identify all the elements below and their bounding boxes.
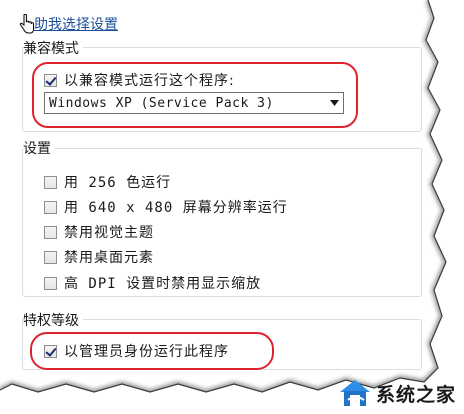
run-as-admin-checkbox-row[interactable]: 以管理员身份运行此程序 [44, 341, 229, 361]
settings-label-disable-themes: 禁用视觉主题 [64, 225, 154, 241]
watermark-text: 系统之家 [375, 383, 456, 406]
run-as-admin-checkbox[interactable] [44, 344, 57, 358]
settings-item-disable-desktop[interactable]: 禁用桌面元素 [44, 247, 154, 267]
compat-os-select[interactable]: Windows XP (Service Pack 3) [44, 92, 344, 114]
compat-mode-checkbox[interactable] [44, 73, 57, 87]
chevron-down-icon[interactable] [325, 93, 343, 113]
compatibility-dialog: 助我选择设置 兼容模式 以兼容模式运行这个程序: Windows XP (Ser… [0, 0, 464, 414]
settings-checkbox-disable-desktop[interactable] [44, 250, 57, 264]
settings-group-title: 设置 [23, 138, 55, 158]
settings-checkbox-high-dpi[interactable] [44, 276, 57, 290]
settings-item-256-colors[interactable]: 用 256 色运行 [44, 172, 171, 192]
hand-cursor-icon [19, 14, 34, 34]
settings-label-640x480: 用 640 x 480 屏幕分辨率运行 [64, 200, 288, 216]
settings-checkbox-disable-themes[interactable] [44, 225, 57, 239]
settings-label-256-colors: 用 256 色运行 [64, 175, 172, 191]
settings-checkbox-640x480[interactable] [44, 200, 57, 214]
settings-item-disable-themes[interactable]: 禁用视觉主题 [44, 222, 154, 242]
compat-mode-checkbox-row[interactable]: 以兼容模式运行这个程序: [44, 70, 235, 90]
compat-mode-label: 以兼容模式运行这个程序: [64, 73, 235, 89]
settings-label-disable-desktop: 禁用桌面元素 [64, 250, 154, 266]
settings-checkbox-256-colors[interactable] [44, 175, 57, 189]
house-logo-icon [339, 380, 370, 406]
compat-group-title: 兼容模式 [23, 38, 83, 58]
compat-os-select-value: Windows XP (Service Pack 3) [49, 95, 274, 111]
privilege-group-title: 特权等级 [23, 310, 83, 330]
run-as-admin-label: 以管理员身份运行此程序 [64, 344, 229, 360]
settings-label-high-dpi: 高 DPI 设置时禁用显示缩放 [64, 276, 262, 292]
settings-item-640x480[interactable]: 用 640 x 480 屏幕分辨率运行 [44, 197, 288, 217]
settings-item-high-dpi[interactable]: 高 DPI 设置时禁用显示缩放 [44, 273, 261, 293]
help-choose-settings-link[interactable]: 助我选择设置 [34, 14, 118, 34]
watermark-logo: 系统之家 [338, 378, 456, 408]
